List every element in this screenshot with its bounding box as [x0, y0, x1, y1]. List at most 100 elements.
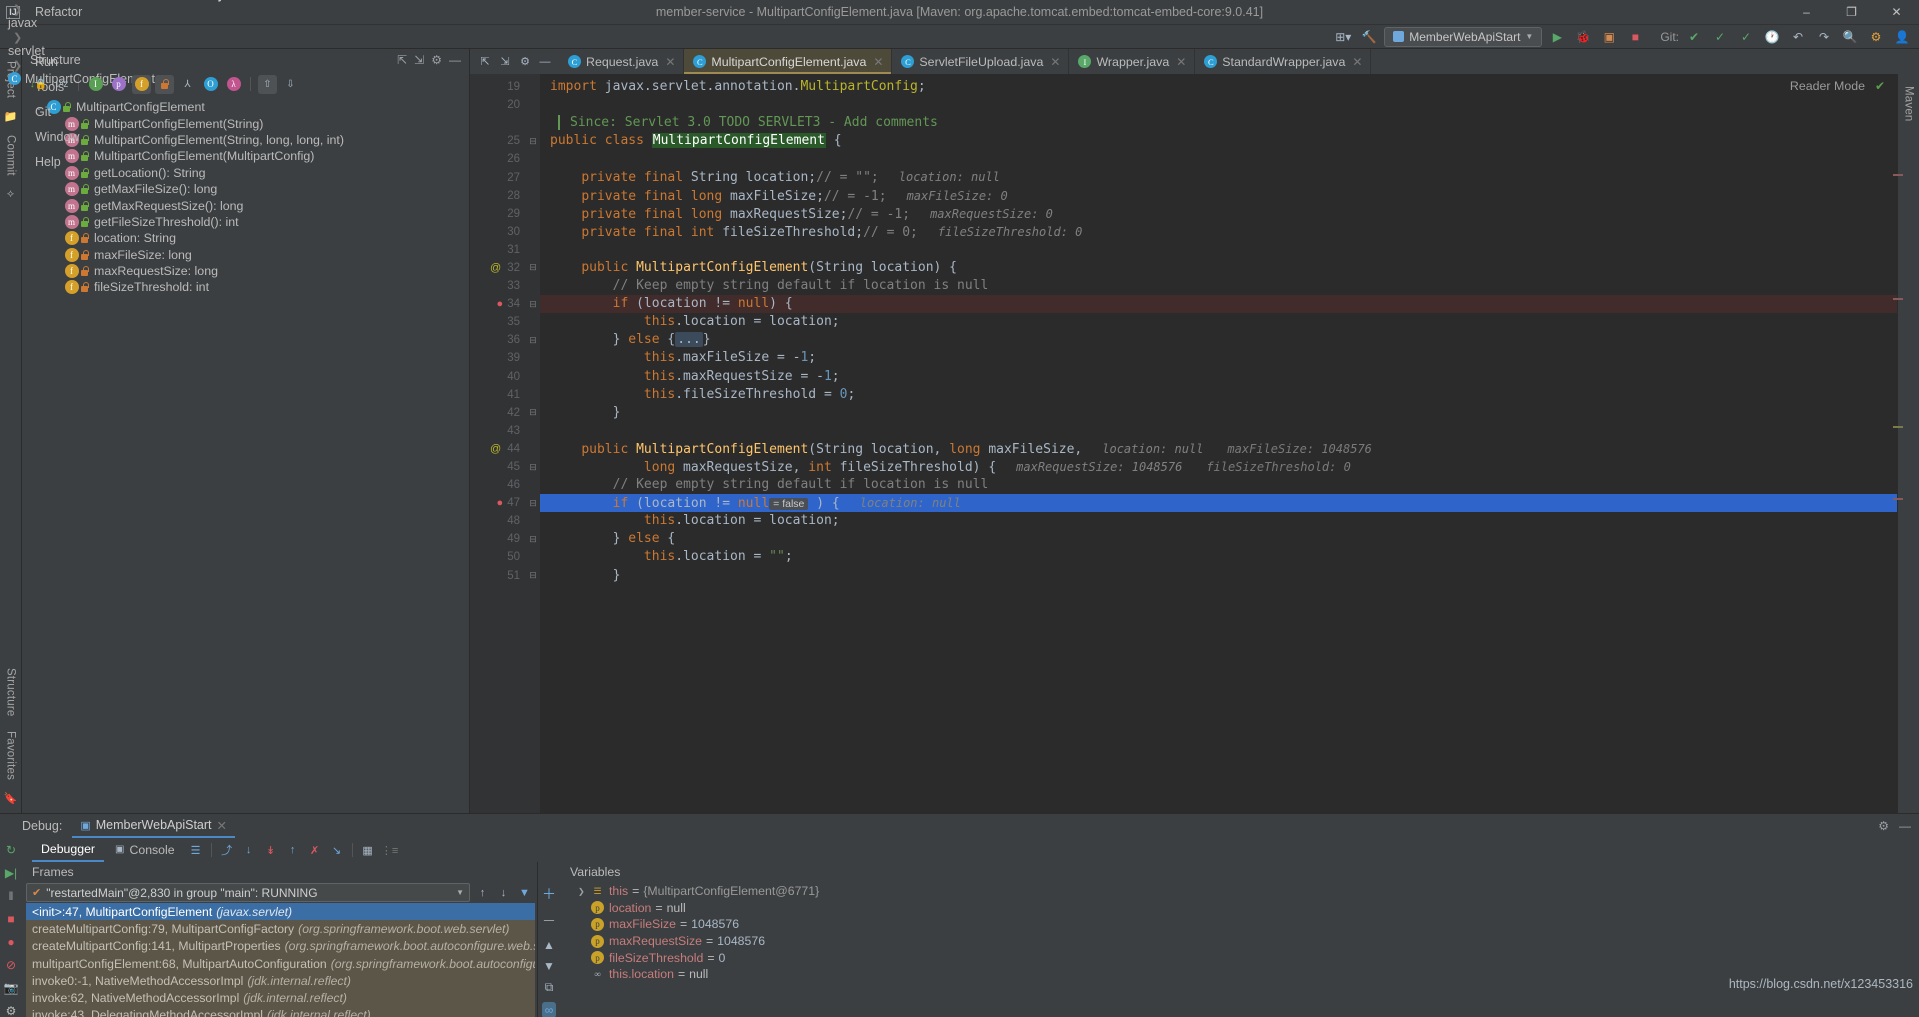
gutter-line[interactable]: 27 [470, 168, 526, 186]
move-down-icon[interactable]: ↓ [495, 884, 512, 901]
fold-marker[interactable] [526, 241, 540, 259]
maximize-button[interactable]: ❐ [1829, 0, 1874, 25]
group-by-type-icon[interactable]: ⅄ [178, 75, 197, 94]
gutter-breakpoint-line[interactable]: ● 47 [470, 494, 526, 512]
close-icon[interactable]: ✕ [217, 818, 227, 833]
fold-marker[interactable] [526, 476, 540, 494]
step-out-icon[interactable]: ↑ [283, 840, 303, 860]
select-run-target-icon[interactable]: ⊞▾ [1332, 27, 1354, 47]
close-icon[interactable]: ✕ [1176, 55, 1186, 69]
expand-all-icon[interactable]: ⇱ [397, 53, 407, 67]
tab-console[interactable]: ▣ Console [106, 838, 184, 862]
code-line[interactable]: } else { [540, 530, 1897, 548]
gutter-line[interactable]: 33 [470, 277, 526, 295]
show-anonymous-icon[interactable]: O [201, 75, 220, 94]
variable-row[interactable]: ∞ this.location = null [560, 966, 1919, 983]
debug-button[interactable]: 🐞 [1572, 27, 1594, 47]
frame-row[interactable]: invoke:62, NativeMethodAccessorImpl (jdk.… [26, 989, 535, 1006]
show-inherited-icon[interactable]: I [86, 75, 105, 94]
pause-program-icon[interactable]: ‖ [9, 889, 14, 903]
fold-marker[interactable] [526, 440, 540, 458]
editor-tab-request[interactable]: C Request.java ✕ [559, 49, 685, 74]
code-line[interactable]: } [540, 404, 1897, 422]
breakpoint-icon[interactable]: ● [497, 298, 504, 310]
tab-debugger[interactable]: Debugger [32, 838, 105, 862]
fold-marker[interactable] [526, 349, 540, 367]
code-line-current[interactable]: if (location != null = false ) {location:… [540, 494, 1897, 513]
fold-marker[interactable]: ⊟ [526, 404, 540, 422]
fold-marker[interactable]: ⊟ [526, 295, 540, 313]
variables-list[interactable]: ❯ ☰ this = {MultipartConfigElement@6771} p loc… [560, 882, 1919, 1017]
fold-marker[interactable] [526, 187, 540, 205]
gutter-line[interactable]: 19 [470, 78, 526, 96]
reader-mode-label[interactable]: Reader Mode [1790, 79, 1865, 93]
close-icon[interactable]: ✕ [1050, 55, 1060, 69]
stop-button[interactable]: ■ [1624, 27, 1646, 47]
editor-tab-multipartconfigelement[interactable]: C MultipartConfigElement.java ✕ [684, 49, 893, 74]
folder-icon[interactable]: 📁 [4, 106, 18, 127]
fold-marker[interactable] [526, 277, 540, 295]
sidebar-item-favorites[interactable]: Favorites [5, 725, 17, 786]
gutter-line[interactable]: 42 [470, 404, 526, 422]
run-configuration-selector[interactable]: MemberWebApiStart ▼ [1384, 26, 1543, 47]
hide-panel-icon[interactable]: — [449, 53, 461, 67]
fold-marker[interactable]: ⊟ [526, 567, 540, 585]
settings-gear-icon[interactable]: ⚙ [431, 53, 442, 67]
frame-row[interactable]: invoke:43, DelegatingMethodAccessorImpl(… [26, 1007, 535, 1017]
fold-marker[interactable]: ⊟ [526, 494, 540, 512]
fold-marker[interactable] [526, 78, 540, 96]
code-line[interactable]: private final long maxRequestSize;// = -… [540, 205, 1897, 223]
filter-frames-icon[interactable]: ▼ [516, 884, 533, 901]
evaluate-expression-icon[interactable]: ▦ [358, 840, 378, 860]
gutter-line[interactable]: 36 [470, 331, 526, 349]
code-line[interactable]: this.location = location; [540, 512, 1897, 530]
fold-marker[interactable]: ⊟ [526, 458, 540, 476]
copy-value-icon[interactable]: ⧉ [545, 980, 554, 995]
fold-marker[interactable] [526, 386, 540, 404]
move-watch-down-icon[interactable]: ▼ [543, 959, 555, 973]
tree-item[interactable]: f location: String [22, 230, 469, 246]
fold-marker[interactable]: ⊟ [526, 132, 540, 150]
code-line[interactable]: private final int fileSizeThreshold;// =… [540, 223, 1897, 241]
toggle-watches-icon[interactable]: ∞ [541, 1002, 557, 1017]
undo-icon[interactable]: ↶ [1787, 27, 1809, 47]
tree-item[interactable]: f fileSizeThreshold: int [22, 279, 469, 295]
gear-icon[interactable]: ⚙ [1865, 27, 1887, 47]
sort-alphabetically-icon[interactable]: ↓ᵃz [52, 75, 71, 94]
git-push-icon[interactable]: ✓ [1735, 27, 1757, 47]
code-line[interactable]: this.maxRequestSize = -1; [540, 368, 1897, 386]
gutter-line[interactable]: 30 [470, 223, 526, 241]
gutter-line[interactable]: 48 [470, 512, 526, 530]
gutter-breakpoint-line[interactable]: ● 34 [470, 295, 526, 313]
frame-row[interactable]: createMultipartConfig:79, MultipartConfi… [26, 920, 535, 937]
frame-row[interactable]: createMultipartConfig:141, MultipartProp… [26, 938, 535, 955]
stop-icon[interactable]: ■ [7, 912, 14, 926]
editor-tab-standardwrapper[interactable]: C StandardWrapper.java ✕ [1195, 49, 1372, 74]
hide-panel-icon[interactable]: — [536, 53, 554, 70]
frames-list[interactable]: <init>:47, MultipartConfigElement (javax.… [26, 903, 535, 1017]
fold-marker[interactable] [526, 313, 540, 331]
override-marker-icon[interactable]: @ [490, 443, 501, 455]
code-line[interactable]: private final long maxFileSize;// = -1; m… [540, 187, 1897, 205]
step-into-icon[interactable]: ↡ [261, 840, 281, 860]
editor-gutter[interactable]: 19 20 25 26 27 28 29 30 31 @32 33 ● 34 35 36 39 40 41 42 43… [470, 74, 526, 813]
git-update-icon[interactable]: ✔ [1683, 27, 1705, 47]
fold-marker[interactable] [526, 205, 540, 223]
fold-marker[interactable] [526, 548, 540, 566]
inspections-ok-icon[interactable]: ✔ [1875, 79, 1885, 93]
code-line[interactable]: // Keep empty string default if location… [540, 277, 1897, 295]
editor-tab-servletfileupload[interactable]: C ServletFileUpload.java ✕ [892, 49, 1070, 74]
bookmark-icon[interactable]: 🔖 [4, 788, 18, 813]
show-non-public-icon[interactable] [155, 74, 174, 94]
variable-row[interactable]: p fileSizeThreshold = 0 [560, 949, 1919, 966]
error-stripe[interactable] [1891, 74, 1903, 813]
code-line[interactable]: // Keep empty string default if location… [540, 476, 1897, 494]
code-line[interactable] [540, 241, 1897, 259]
hide-panel-icon[interactable]: — [1899, 819, 1911, 833]
camera-icon[interactable]: 📷 [4, 981, 19, 995]
code-line[interactable]: private final String location;// = ""; lo… [540, 168, 1897, 186]
remove-watch-icon[interactable]: － [542, 911, 556, 931]
fold-marker[interactable]: ⊟ [526, 530, 540, 548]
settings-list-icon[interactable]: ⋮≡ [380, 840, 400, 860]
gutter-line[interactable]: 50 [470, 548, 526, 566]
